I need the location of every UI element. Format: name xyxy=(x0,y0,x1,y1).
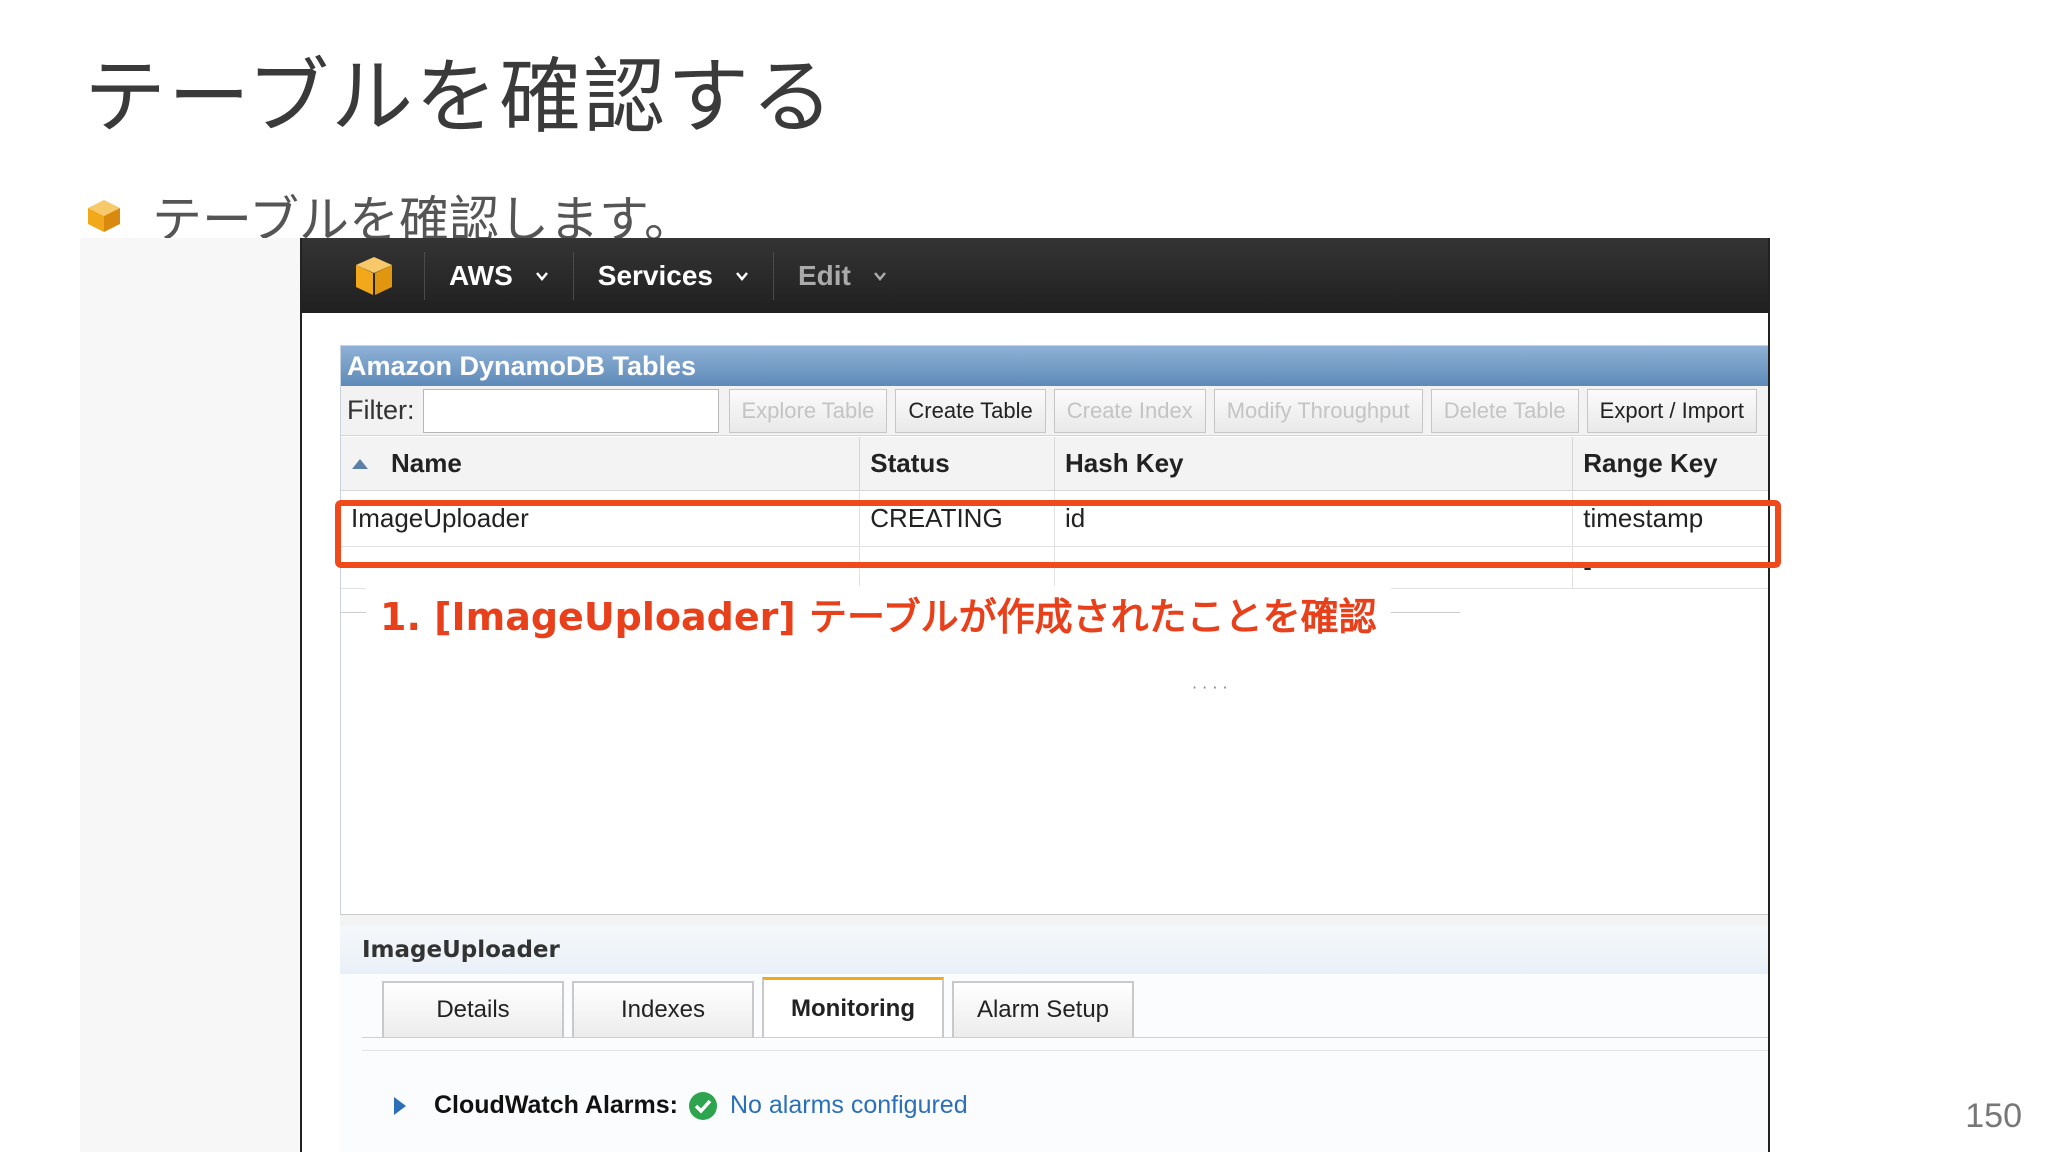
export-import-button[interactable]: Export / Import xyxy=(1586,388,1757,433)
nav-edit-menu[interactable]: Edit xyxy=(774,238,911,313)
chevron-down-icon xyxy=(873,271,886,281)
tab-alarm-setup[interactable]: Alarm Setup xyxy=(952,981,1134,1037)
row-highlight-box xyxy=(335,500,1781,568)
sort-ascending-icon xyxy=(352,458,368,469)
nav-aws-label: AWS xyxy=(449,259,513,291)
column-header-range-key[interactable]: Range Key xyxy=(1573,437,1768,490)
table-detail-panel: ImageUploader Details Indexes Monitoring… xyxy=(340,926,1768,1152)
modify-throughput-button[interactable]: Modify Throughput xyxy=(1213,388,1423,433)
nav-aws-menu[interactable]: AWS xyxy=(425,238,573,313)
top-navbar: AWS Services Edit xyxy=(302,238,1768,313)
create-table-button[interactable]: Create Table xyxy=(895,388,1046,433)
delete-table-button[interactable]: Delete Table xyxy=(1430,388,1579,433)
table-header-row: Name Status Hash Key Range Key xyxy=(341,437,1768,491)
nav-services-menu[interactable]: Services xyxy=(574,238,773,313)
filter-input[interactable] xyxy=(422,388,719,433)
explore-table-button[interactable]: Explore Table xyxy=(728,388,888,433)
page-number: 150 xyxy=(1965,1097,2022,1135)
detail-tabs: Details Indexes Monitoring Alarm Setup xyxy=(362,977,1768,1038)
tab-monitoring[interactable]: Monitoring xyxy=(762,977,944,1037)
tab-indexes[interactable]: Indexes xyxy=(572,981,754,1037)
check-circle-icon xyxy=(689,1091,717,1120)
aws-cube-logo-icon[interactable] xyxy=(352,254,396,298)
filter-label: Filter: xyxy=(347,395,415,425)
cube-icon xyxy=(88,200,120,232)
aws-console-window: AWS Services Edit Amazon DynamoDB Tables… xyxy=(300,238,1770,1152)
chevron-down-icon xyxy=(736,271,748,281)
detail-title: ImageUploader xyxy=(340,926,1768,974)
no-alarms-link[interactable]: No alarms configured xyxy=(730,1091,968,1120)
chevron-down-icon xyxy=(535,271,548,281)
column-header-name[interactable]: Name xyxy=(341,437,861,490)
create-index-button[interactable]: Create Index xyxy=(1053,388,1206,433)
panel-title: Amazon DynamoDB Tables xyxy=(341,346,1768,386)
nav-edit-label: Edit xyxy=(798,259,851,291)
annotation-callout: 1. [ImageUploader] テーブルが作成されたことを確認 xyxy=(366,586,1391,641)
slide-title: テーブルを確認する xyxy=(84,50,836,145)
column-label: Name xyxy=(391,448,462,478)
cloudwatch-alarms-row: CloudWatch Alarms: No alarms configured xyxy=(362,1050,1768,1152)
toolbar: Filter: Explore Table Create Table Creat… xyxy=(341,386,1768,436)
expand-arrow-icon[interactable] xyxy=(392,1095,408,1117)
background-shade xyxy=(80,238,300,1152)
column-header-status[interactable]: Status xyxy=(860,437,1055,490)
tab-details[interactable]: Details xyxy=(382,981,564,1037)
splitter-grip: · · · · xyxy=(1192,678,1228,697)
panel-splitter[interactable] xyxy=(340,914,1768,926)
cloudwatch-alarms-label: CloudWatch Alarms: xyxy=(434,1091,678,1119)
column-header-hash-key[interactable]: Hash Key xyxy=(1055,437,1574,490)
nav-services-label: Services xyxy=(597,259,713,291)
